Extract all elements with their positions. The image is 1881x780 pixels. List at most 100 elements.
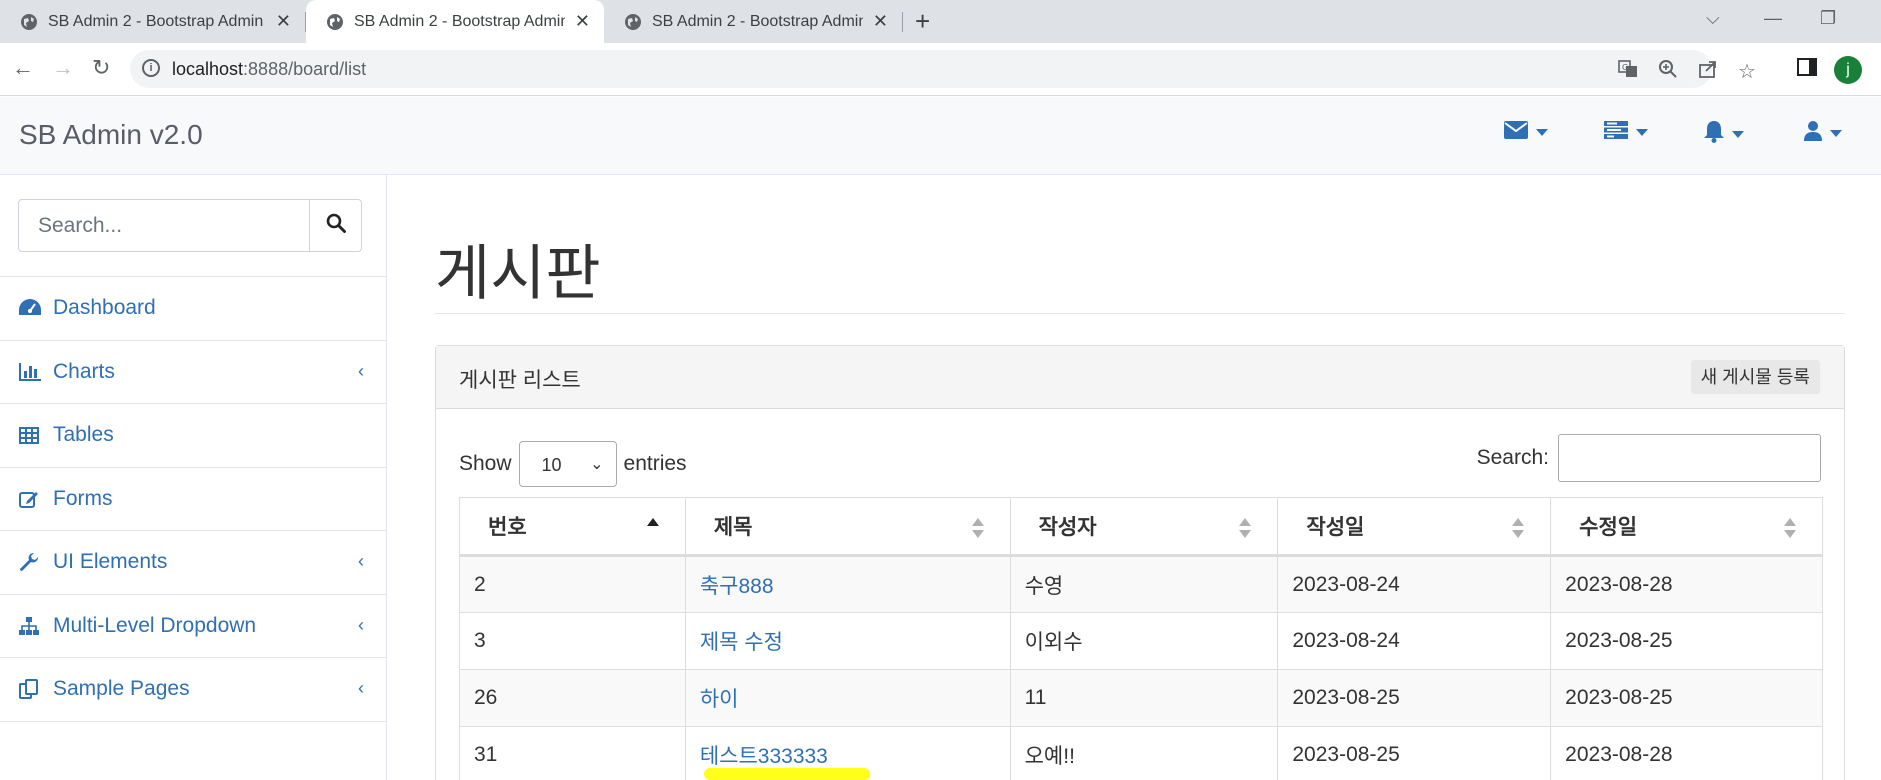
sidebar-item-sample-pages[interactable]: Sample Pages ‹ (0, 658, 386, 722)
table-row: 26 하이 11 2023-08-25 2023-08-25 (459, 669, 1823, 727)
entries-select[interactable]: 10 ⌄ (518, 441, 617, 487)
tab-title: SB Admin 2 - Bootstrap Admin (48, 12, 264, 30)
svg-text:G: G (1622, 63, 1628, 72)
cell-title: 제목 수정 (684, 612, 1011, 670)
browser-tab-bar: SB Admin 2 - Bootstrap Admin ✕ SB Admin … (0, 0, 1881, 43)
show-label: Show (459, 452, 512, 475)
profile-avatar[interactable]: j (1834, 56, 1862, 84)
column-header-created[interactable]: 작성일 (1277, 497, 1552, 557)
cell-number: 3 (459, 612, 686, 670)
edit-icon (19, 488, 44, 510)
cell-created: 2023-08-24 (1277, 612, 1552, 670)
sidebar-item-tables[interactable]: Tables (0, 404, 386, 468)
browser-tab-3[interactable]: SB Admin 2 - Bootstrap Admin ✕ (604, 0, 902, 43)
board-panel: 게시판 리스트 새 게시물 등록 Show 10 ⌄ entries Searc… (435, 345, 1845, 780)
table-header-row: 번호 제목 작성자 작성일 수정일 (459, 497, 1823, 557)
messages-dropdown[interactable] (1504, 121, 1548, 144)
cell-number: 31 (459, 726, 686, 780)
bookmark-star-icon[interactable]: ☆ (1738, 59, 1756, 84)
sidebar-item-label: Multi-Level Dropdown (53, 613, 257, 637)
table-row: 2 축구888 수영 2023-08-24 2023-08-28 (459, 555, 1823, 613)
cell-author: 수영 (1009, 555, 1279, 613)
column-header-updated[interactable]: 수정일 (1550, 497, 1823, 557)
cell-created: 2023-08-25 (1277, 669, 1552, 727)
close-tab-icon[interactable]: ✕ (276, 11, 291, 32)
caret-down-icon (1636, 129, 1648, 136)
close-tab-icon[interactable]: ✕ (575, 11, 590, 32)
minimize-icon[interactable]: — (1764, 8, 1782, 29)
sidebar-item-charts[interactable]: Charts ‹ (0, 341, 386, 404)
column-header-title[interactable]: 제목 (684, 497, 1011, 557)
sidebar-menu: Dashboard Charts ‹ Tables Forms UI Eleme… (0, 276, 386, 722)
column-header-number[interactable]: 번호 (459, 497, 686, 557)
table-search-input[interactable] (1558, 434, 1821, 482)
chevron-left-icon: ‹ (358, 678, 364, 698)
side-panel-icon[interactable] (1797, 58, 1817, 76)
sort-icon (1239, 518, 1252, 538)
bar-chart-icon (19, 361, 44, 383)
sidebar-search-input[interactable] (19, 200, 309, 251)
new-tab-icon[interactable]: + (915, 6, 930, 37)
column-header-author[interactable]: 작성자 (1009, 497, 1279, 557)
alerts-dropdown[interactable] (1704, 121, 1744, 148)
search-label: Search: (1476, 446, 1549, 469)
address-bar[interactable]: i localhost:8888/board/list G ☆ (130, 50, 1756, 88)
sort-asc-icon (646, 518, 659, 538)
sidebar-search-button[interactable] (309, 200, 361, 251)
post-title-link[interactable]: 테스트333333 (700, 745, 828, 768)
cell-author: 오예!! (1009, 726, 1279, 780)
browser-tab-2[interactable]: SB Admin 2 - Bootstrap Admin ✕ (306, 0, 604, 43)
site-info-icon[interactable]: i (142, 59, 160, 77)
browser-tab-1[interactable]: SB Admin 2 - Bootstrap Admin ✕ (0, 0, 305, 43)
tasks-dropdown[interactable] (1604, 121, 1648, 144)
sort-icon (1784, 518, 1796, 538)
chevron-left-icon: ‹ (358, 551, 364, 571)
sidebar-item-ui-elements[interactable]: UI Elements ‹ (0, 531, 386, 595)
new-post-button[interactable]: 새 게시물 등록 (1690, 360, 1820, 394)
back-icon[interactable]: ← (12, 55, 34, 81)
divider (435, 313, 1845, 314)
cell-updated: 2023-08-28 (1550, 555, 1823, 613)
globe-icon (624, 13, 642, 31)
table-controls: Show 10 ⌄ entries Search: (459, 434, 1821, 487)
cell-title: 축구888 (684, 555, 1011, 613)
sidebar-item-label: Charts (53, 359, 115, 383)
tab-title: SB Admin 2 - Bootstrap Admin (354, 12, 565, 30)
sort-icon (1512, 518, 1525, 538)
sidebar-item-label: Sample Pages (53, 677, 190, 701)
user-dropdown[interactable] (1804, 121, 1842, 146)
cell-created: 2023-08-25 (1277, 726, 1552, 780)
sidebar-item-forms[interactable]: Forms (0, 468, 386, 531)
cell-number: 2 (459, 555, 686, 613)
post-title-link[interactable]: 제목 수정 (700, 631, 783, 654)
translate-icon[interactable]: G (1618, 59, 1638, 84)
post-title-link[interactable]: 하이 (700, 688, 739, 711)
page-title: 게시판 (435, 239, 601, 309)
files-icon (19, 678, 44, 700)
close-tab-icon[interactable]: ✕ (873, 11, 888, 32)
tab-search-icon[interactable]: ⌵ (1706, 8, 1720, 29)
restore-icon[interactable]: ❐ (1820, 8, 1836, 29)
cell-created: 2023-08-24 (1277, 555, 1552, 613)
url-text[interactable]: localhost:8888/board/list (172, 59, 366, 80)
dashboard-icon (19, 297, 44, 319)
forward-icon[interactable]: → (52, 55, 74, 81)
panel-heading: 게시판 리스트 새 게시물 등록 (436, 346, 1844, 409)
chevron-left-icon: ‹ (358, 614, 364, 635)
brand-logo[interactable]: SB Admin v2.0 (19, 119, 203, 151)
entries-select-value: 10 (541, 455, 562, 475)
table-row: 3 제목 수정 이외수 2023-08-24 2023-08-25 (459, 612, 1823, 670)
post-title-link[interactable]: 축구888 (700, 575, 774, 598)
share-icon[interactable] (1698, 59, 1718, 84)
caret-down-icon (1830, 130, 1842, 137)
board-table: 번호 제목 작성자 작성일 수정일 2 축구888 수영 2023-08-24 … (459, 497, 1823, 780)
app-topbar: SB Admin v2.0 (0, 97, 1881, 175)
zoom-icon[interactable] (1658, 59, 1678, 84)
browser-toolbar: ← → ↻ i localhost:8888/board/list G ☆ j (0, 43, 1881, 96)
sort-icon (971, 518, 984, 538)
sidebar-item-multi-level-dropdown[interactable]: Multi-Level Dropdown ‹ (0, 595, 386, 658)
reload-icon[interactable]: ↻ (92, 55, 110, 81)
sidebar-item-dashboard[interactable]: Dashboard (0, 277, 386, 341)
table-search: Search: (1477, 434, 1821, 482)
tasks-icon (1604, 121, 1628, 144)
